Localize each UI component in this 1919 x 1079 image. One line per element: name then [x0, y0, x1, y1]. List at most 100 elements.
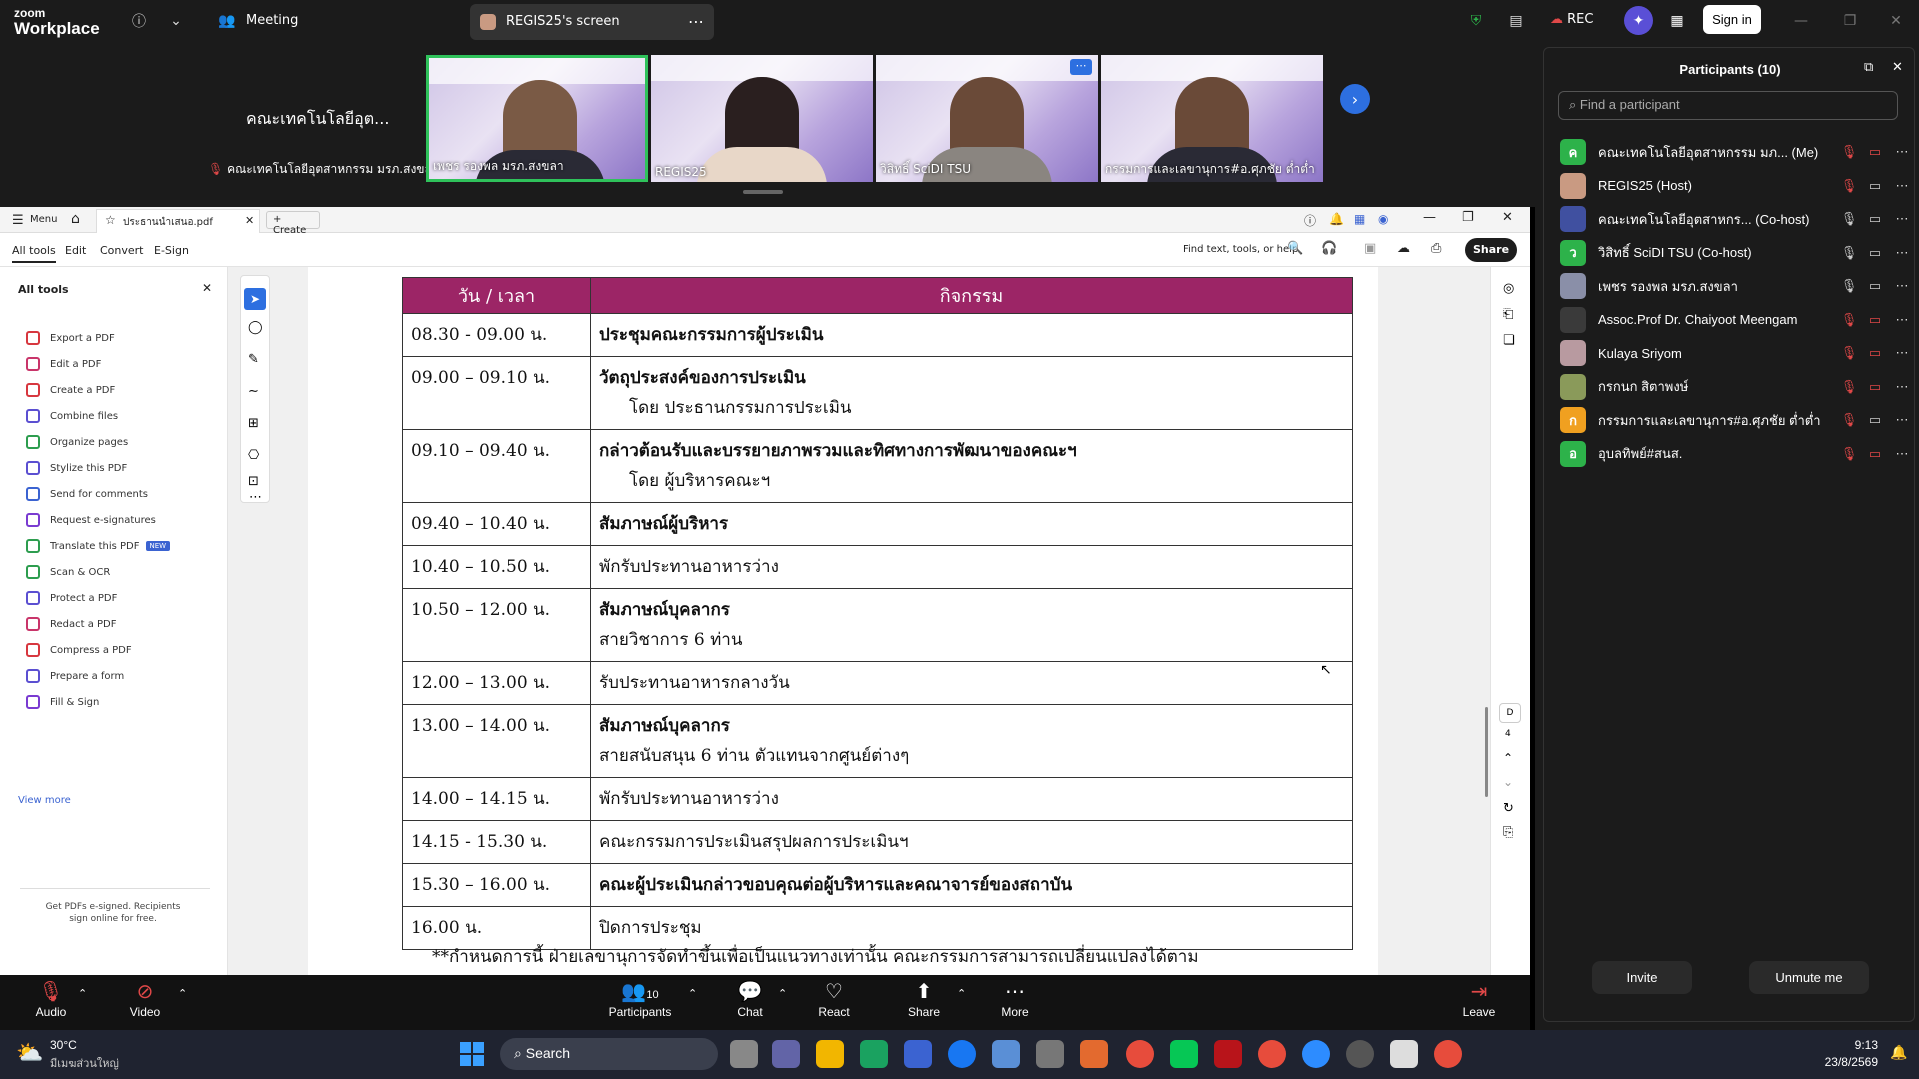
video-button[interactable]: ⊘ Video — [110, 979, 180, 1019]
print-icon[interactable]: ⎙ — [1431, 241, 1441, 256]
react-button[interactable]: ♡ React — [799, 979, 869, 1019]
globe-icon[interactable]: ◉ — [1378, 212, 1388, 226]
view-more-link[interactable]: View more — [18, 795, 71, 806]
home-icon[interactable]: ⌂ — [71, 211, 80, 227]
share-screen-button[interactable]: ⬆ Share — [889, 979, 959, 1019]
cloud-upload-icon[interactable]: ☁ — [1397, 241, 1410, 256]
weather-desc[interactable]: มีเมฆส่วนใหญ่ — [50, 1054, 119, 1072]
camera-icon[interactable]: ▭ — [1862, 312, 1888, 328]
text-box-icon[interactable]: ⊞ — [248, 416, 259, 431]
mic-icon[interactable]: 🎙 — [1836, 144, 1862, 160]
mic-icon[interactable]: 🎙 — [1836, 446, 1862, 462]
rotate-icon[interactable]: ↻ — [1503, 801, 1514, 816]
bell-icon[interactable]: 🔔 — [1329, 212, 1344, 226]
mic-icon[interactable]: 🎙 — [1836, 345, 1862, 361]
acrobat-icon[interactable] — [1214, 1040, 1242, 1068]
camera-icon[interactable]: ▭ — [1862, 278, 1888, 294]
resize-handle[interactable] — [743, 190, 783, 194]
camera-icon[interactable]: ▭ — [1862, 211, 1888, 227]
mic-icon[interactable]: 🎙 — [1836, 278, 1862, 294]
audio-button[interactable]: 🎙 Audio — [16, 979, 86, 1019]
camera-icon[interactable]: ▭ — [1862, 178, 1888, 194]
tool-item[interactable]: Organize pages — [26, 432, 128, 452]
chrome-icon[interactable] — [1258, 1040, 1286, 1068]
participants-chevron-icon[interactable]: ⌃ — [688, 987, 697, 1000]
hamburger-icon[interactable]: ☰ — [12, 213, 24, 228]
close-panel-icon[interactable]: ✕ — [202, 281, 212, 295]
app-icon[interactable] — [992, 1040, 1020, 1068]
tool-item[interactable]: Create a PDF — [26, 380, 115, 400]
invite-button[interactable]: Invite — [1592, 961, 1692, 994]
more-options-icon[interactable]: ⋯ — [1888, 412, 1916, 428]
tile-more-icon[interactable]: ⋯ — [1070, 59, 1092, 75]
maximize-icon[interactable]: ❐ — [1839, 10, 1861, 32]
unmute-me-button[interactable]: Unmute me — [1749, 961, 1869, 994]
mic-icon[interactable]: 🎙 — [1836, 379, 1862, 395]
tool-item[interactable]: Compress a PDF — [26, 640, 132, 660]
task-view-icon[interactable] — [730, 1040, 758, 1068]
tool-item[interactable]: Fill & Sign — [26, 692, 99, 712]
tool-item[interactable]: Translate this PDF NEW — [26, 536, 171, 556]
tool-item[interactable]: Request e-signatures — [26, 510, 156, 530]
more-options-icon[interactable]: ⋯ — [1888, 379, 1916, 395]
more-options-icon[interactable]: ⋯ — [1888, 312, 1916, 328]
tool-item[interactable]: Combine files — [26, 406, 118, 426]
app-icon[interactable] — [1390, 1040, 1418, 1068]
search-icon[interactable]: 🔍 — [1287, 241, 1303, 256]
chat-chevron-icon[interactable]: ⌃ — [778, 987, 787, 1000]
apps-icon[interactable]: ▦ — [1354, 212, 1365, 226]
minimize-icon[interactable]: — — [1790, 10, 1812, 32]
popout-icon[interactable]: ⧉ — [1864, 60, 1873, 75]
bookmark-icon[interactable]: ⎗ — [1503, 307, 1513, 322]
facebook-icon[interactable] — [948, 1040, 976, 1068]
notes-icon[interactable]: ▤ — [1505, 10, 1527, 32]
stamp-icon[interactable]: ⎔ — [248, 448, 259, 463]
chat-button[interactable]: 💬 Chat — [715, 979, 785, 1019]
highlight-pen-icon[interactable]: ✎ — [248, 352, 259, 367]
participant-row[interactable]: อ อุบลทิพย์#สนส. 🎙 ▭ ⋯ — [1544, 434, 1916, 474]
line-icon[interactable] — [1170, 1040, 1198, 1068]
edge-icon[interactable] — [860, 1040, 888, 1068]
video-tile[interactable]: เพชร รองพล มรภ.สงขลา — [426, 55, 648, 182]
camera-icon[interactable]: ▭ — [1862, 379, 1888, 395]
scrollbar-thumb[interactable] — [1485, 707, 1488, 797]
save-icon[interactable]: ▣ — [1364, 241, 1376, 256]
mic-icon[interactable]: 🎙 — [1836, 412, 1862, 428]
store-icon[interactable] — [904, 1040, 932, 1068]
ai-assistant-icon[interactable]: ◎ — [1503, 281, 1514, 296]
app-icon[interactable] — [1346, 1040, 1374, 1068]
file-explorer-icon[interactable] — [816, 1040, 844, 1068]
ai-companion-icon[interactable]: ✦ — [1624, 6, 1653, 35]
tab-esign[interactable]: E-Sign — [154, 244, 189, 257]
more-options-icon[interactable]: ⋯ — [1888, 211, 1916, 227]
window-maximize-icon[interactable]: ❐ — [1462, 210, 1474, 225]
next-page-arrow-icon[interactable]: › — [1340, 84, 1370, 114]
more-options-icon[interactable]: ⋯ — [1888, 144, 1916, 160]
window-minimize-icon[interactable]: — — [1423, 210, 1436, 225]
chevron-down-icon[interactable]: ⌄ — [165, 10, 187, 32]
camera-icon[interactable]: ▭ — [1862, 245, 1888, 261]
share-screen-tab[interactable]: REGIS25's screen ⋯ — [470, 4, 714, 40]
camera-icon[interactable]: ▭ — [1862, 412, 1888, 428]
file-tab[interactable]: ☆ ประธานนำเสนอ.pdf ✕ — [96, 209, 260, 233]
taskbar-search-box[interactable]: ⌕ Search — [500, 1038, 718, 1070]
find-text-field[interactable]: Find text, tools, or help — [1183, 244, 1298, 255]
crop-icon[interactable]: ⊡ — [248, 474, 259, 489]
page-indicator-box[interactable]: D — [1499, 703, 1521, 723]
more-options-icon[interactable]: ⋯ — [1888, 178, 1916, 194]
more-options-icon[interactable]: ⋯ — [1888, 345, 1916, 361]
camera-icon[interactable]: ▭ — [1862, 144, 1888, 160]
tool-item[interactable]: Prepare a form — [26, 666, 124, 686]
menu-label[interactable]: Menu — [30, 214, 57, 225]
notification-bell-icon[interactable]: 🔔 — [1890, 1044, 1907, 1061]
share-chevron-icon[interactable]: ⌃ — [957, 987, 966, 1000]
meeting-label[interactable]: Meeting — [246, 13, 298, 28]
tool-item[interactable]: Export a PDF — [26, 328, 115, 348]
create-button[interactable]: + Create — [266, 211, 320, 236]
weather-temp[interactable]: 30°C — [50, 1038, 77, 1052]
more-options-icon[interactable]: ⋯ — [1888, 446, 1916, 462]
more-button[interactable]: ⋯ More — [980, 979, 1050, 1019]
clock-time[interactable]: 9:13 — [1828, 1038, 1878, 1052]
select-cursor-icon[interactable]: ➤ — [244, 288, 266, 310]
shield-icon[interactable]: ⛨ — [1465, 10, 1487, 32]
